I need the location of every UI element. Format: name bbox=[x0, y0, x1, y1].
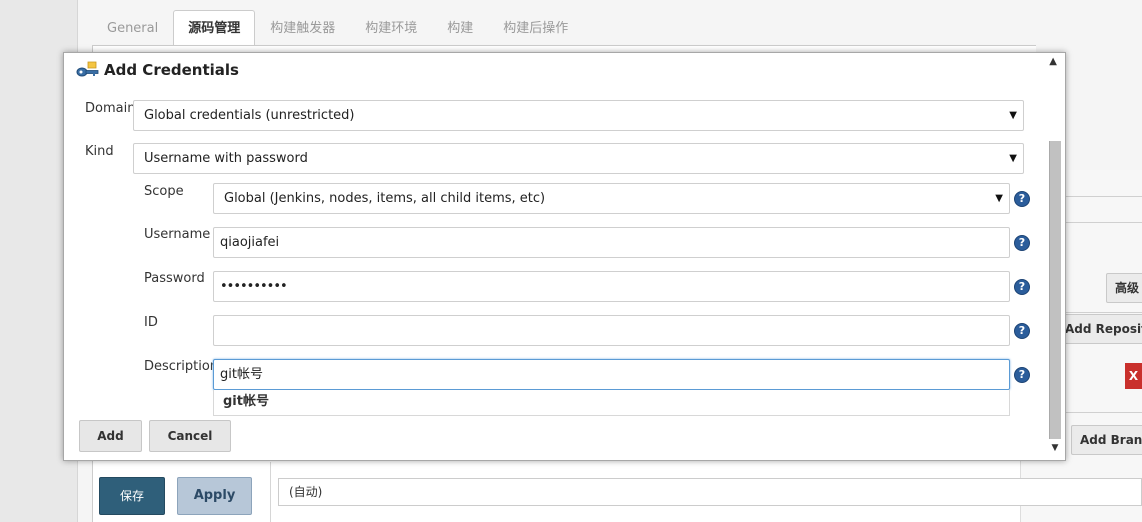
kind-select-value: Username with password bbox=[144, 151, 308, 166]
scope-label: Scope bbox=[144, 184, 184, 199]
tab-build[interactable]: 构建 bbox=[432, 10, 488, 46]
cancel-button[interactable]: Cancel bbox=[149, 420, 231, 452]
add-branch-button[interactable]: Add Branch bbox=[1071, 425, 1142, 455]
username-label: Username bbox=[144, 227, 211, 242]
domain-select[interactable]: Global credentials (unrestricted) ▼ bbox=[133, 100, 1024, 131]
domain-select-value: Global credentials (unrestricted) bbox=[144, 108, 355, 123]
save-button[interactable]: 保存 bbox=[99, 477, 165, 515]
dropdown-arrow-icon: ▼ bbox=[1009, 153, 1017, 164]
help-icon[interactable]: ? bbox=[1014, 323, 1030, 339]
domain-label: Domain bbox=[85, 101, 136, 116]
key-icon bbox=[76, 61, 100, 79]
tab-build-environment[interactable]: 构建环境 bbox=[350, 10, 432, 46]
password-input[interactable]: •••••••••• bbox=[213, 271, 1010, 302]
help-icon[interactable]: ? bbox=[1014, 191, 1030, 207]
tab-post-build-actions[interactable]: 构建后操作 bbox=[488, 10, 583, 46]
help-icon[interactable]: ? bbox=[1014, 279, 1030, 295]
description-label: Description bbox=[144, 359, 219, 374]
repository-browser-select[interactable]: (自动) bbox=[278, 478, 1142, 506]
dialog-scrollbar[interactable] bbox=[1049, 141, 1061, 439]
password-label: Password bbox=[144, 271, 205, 286]
kind-label: Kind bbox=[85, 144, 114, 159]
tab-general[interactable]: General bbox=[92, 10, 173, 46]
delete-button[interactable]: X bbox=[1125, 363, 1142, 389]
kind-select[interactable]: Username with password ▼ bbox=[133, 143, 1024, 174]
advanced-button[interactable]: 高级 bbox=[1106, 273, 1142, 303]
description-input[interactable]: git帐号 bbox=[213, 359, 1010, 390]
config-tabs: General 源码管理 构建触发器 构建环境 构建 构建后操作 bbox=[92, 10, 583, 46]
dropdown-arrow-icon: ▼ bbox=[995, 193, 1003, 204]
autocomplete-suggestion[interactable]: git帐号 bbox=[213, 390, 1010, 416]
username-input[interactable]: qiaojiafei bbox=[213, 227, 1010, 258]
dialog-title: Add Credentials bbox=[104, 61, 239, 79]
add-button[interactable]: Add bbox=[79, 420, 142, 452]
tab-build-triggers[interactable]: 构建触发器 bbox=[255, 10, 350, 46]
tab-source-code-management[interactable]: 源码管理 bbox=[173, 10, 256, 46]
help-icon[interactable]: ? bbox=[1014, 235, 1030, 251]
scope-select[interactable]: Global (Jenkins, nodes, items, all child… bbox=[213, 183, 1010, 214]
dialog-header: Add Credentials bbox=[76, 59, 239, 81]
add-repository-button[interactable]: Add Repository bbox=[1056, 314, 1142, 344]
id-label: ID bbox=[144, 315, 158, 330]
divider bbox=[270, 462, 271, 522]
add-credentials-dialog: Add Credentials ▲ Domain Global credenti… bbox=[63, 52, 1066, 461]
scroll-down-arrow-icon[interactable]: ▼ bbox=[1049, 443, 1061, 453]
dropdown-arrow-icon: ▼ bbox=[1009, 110, 1017, 121]
apply-button[interactable]: Apply bbox=[177, 477, 252, 515]
help-icon[interactable]: ? bbox=[1014, 367, 1030, 383]
scroll-up-arrow-icon[interactable]: ▲ bbox=[1049, 56, 1057, 67]
scope-select-value: Global (Jenkins, nodes, items, all child… bbox=[224, 191, 546, 206]
tabs-divider bbox=[92, 45, 1036, 46]
id-input[interactable] bbox=[213, 315, 1010, 346]
